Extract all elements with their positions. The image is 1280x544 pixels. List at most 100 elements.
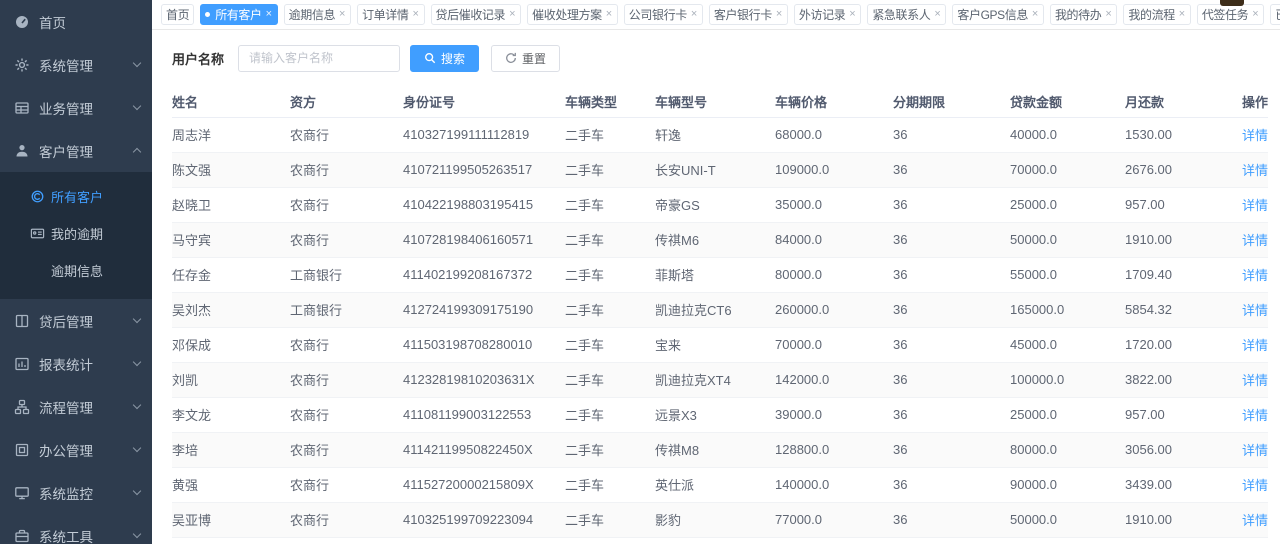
cell-vehicle-model: 长安UNI-T	[655, 152, 775, 187]
tab-sign-tasks[interactable]: 代签任务×	[1197, 4, 1264, 25]
detail-link[interactable]: 详情	[1242, 338, 1268, 353]
cell-monthly-payment: 1720.00	[1125, 327, 1240, 362]
search-field-label: 用户名称	[172, 49, 224, 68]
sidebar-item-system-monitor[interactable]: 系统监控	[0, 471, 152, 514]
cell-vehicle-type: 二手车	[565, 537, 655, 544]
table-row: 吴刘杰工商银行412724199309175190二手车凯迪拉克CT626000…	[172, 292, 1268, 327]
tab-all-customers[interactable]: 所有客户×	[200, 4, 277, 25]
detail-link[interactable]: 详情	[1242, 408, 1268, 423]
tab-collection-plan[interactable]: 催收处理方案×	[527, 4, 618, 25]
sidebar-item-business-mgmt[interactable]: 业务管理	[0, 86, 152, 129]
tab-label: 代签任务	[1202, 6, 1248, 23]
chart-icon	[14, 356, 30, 372]
cell-vehicle-price: 84000.0	[775, 222, 893, 257]
sidebar-item-process-mgmt[interactable]: 流程管理	[0, 385, 152, 428]
cell-vehicle-type: 二手车	[565, 502, 655, 537]
detail-link[interactable]: 详情	[1242, 233, 1268, 248]
close-icon[interactable]: ×	[605, 9, 613, 20]
close-icon[interactable]: ×	[775, 9, 783, 20]
detail-link[interactable]: 详情	[1242, 478, 1268, 493]
sidebar-item-system-tools[interactable]: 系统工具	[0, 514, 152, 544]
close-icon[interactable]: ×	[1031, 9, 1039, 20]
sidebar-item-office-mgmt[interactable]: 办公管理	[0, 428, 152, 471]
cell-vehicle-model: 远景X3	[655, 397, 775, 432]
detail-link[interactable]: 详情	[1242, 268, 1268, 283]
tab-customer-gps[interactable]: 客户GPS信息×	[952, 4, 1044, 25]
tab-postloan-collection-records[interactable]: 贷后催收记录×	[431, 4, 522, 25]
tab-label: 外访记录	[799, 6, 845, 23]
sidebar-item-label: 报表统计	[39, 354, 134, 374]
tab-overdue-info[interactable]: 逾期信息×	[284, 4, 351, 25]
close-icon[interactable]: ×	[508, 9, 516, 20]
sidebar-item-report-stats[interactable]: 报表统计	[0, 342, 152, 385]
close-icon[interactable]: ×	[848, 9, 856, 20]
sidebar-item-overdue-info[interactable]: 逾期信息	[0, 252, 152, 289]
cell-monthly-payment: 3822.00	[1125, 362, 1240, 397]
cell-funder: 农商行	[290, 222, 403, 257]
cell-name: 陈文强	[172, 152, 290, 187]
close-icon[interactable]: ×	[1251, 9, 1259, 20]
tab-my-todo[interactable]: 我的待办×	[1050, 4, 1117, 25]
detail-link[interactable]: 详情	[1242, 163, 1268, 178]
sidebar-item-label: 办公管理	[39, 440, 134, 460]
sidebar-item-my-overdue[interactable]: 我的逾期	[0, 215, 152, 252]
cell-funder: 农商行	[290, 327, 403, 362]
tab-order-detail[interactable]: 订单详情×	[357, 4, 424, 25]
tools-icon	[14, 528, 30, 544]
sidebar-item-home[interactable]: 首页	[0, 0, 152, 43]
tab-label: 逾期信息	[289, 6, 335, 23]
customer-name-input[interactable]	[238, 45, 400, 72]
cell-funder: 农商行	[290, 467, 403, 502]
monitor-icon	[14, 485, 30, 501]
sidebar-item-all-customers[interactable]: 所有客户	[0, 178, 152, 215]
tab-my-process[interactable]: 我的流程×	[1123, 4, 1190, 25]
cell-vehicle-model: 影豹	[655, 502, 775, 537]
detail-link[interactable]: 详情	[1242, 303, 1268, 318]
cell-funder: 农商行	[290, 397, 403, 432]
cell-action: 详情	[1240, 502, 1268, 537]
detail-link[interactable]: 详情	[1242, 373, 1268, 388]
cell-name: 吴刘杰	[172, 292, 290, 327]
cell-installment-term: 36	[893, 222, 1010, 257]
cell-vehicle-type: 二手车	[565, 362, 655, 397]
tab-label: 公司银行卡	[629, 6, 687, 23]
tab-emergency-contacts[interactable]: 紧急联系人×	[867, 4, 946, 25]
close-icon[interactable]: ×	[1104, 9, 1112, 20]
reset-button[interactable]: 重置	[491, 45, 560, 72]
customer-table: 姓名资方身份证号车辆类型车辆型号车辆价格分期期限贷款金额月还款操作 周志洋农商行…	[172, 87, 1268, 544]
tab-company-bank-card[interactable]: 公司银行卡×	[624, 4, 703, 25]
close-icon[interactable]: ×	[265, 9, 273, 20]
cell-monthly-payment: 1709.40	[1125, 257, 1240, 292]
detail-link[interactable]: 详情	[1242, 513, 1268, 528]
detail-link[interactable]: 详情	[1242, 198, 1268, 213]
sidebar-item-system-mgmt[interactable]: 系统管理	[0, 43, 152, 86]
tab-customer-bank-card[interactable]: 客户银行卡×	[709, 4, 788, 25]
close-icon[interactable]: ×	[338, 9, 346, 20]
close-icon[interactable]: ×	[933, 9, 941, 20]
cell-id-number: 41142119950822450X	[403, 432, 565, 467]
cell-name: 赵晓卫	[172, 187, 290, 222]
tab-home[interactable]: 首页	[161, 4, 194, 25]
cell-id-number: 411503198708280010	[403, 327, 565, 362]
gear-icon	[14, 57, 30, 73]
column-header-name: 姓名	[172, 87, 290, 117]
sidebar-item-postloan-mgmt[interactable]: 贷后管理	[0, 299, 152, 342]
sidebar-item-customer-mgmt[interactable]: 客户管理	[0, 129, 152, 172]
columns-icon	[14, 313, 30, 329]
detail-link[interactable]: 详情	[1242, 128, 1268, 143]
cell-vehicle-type: 二手车	[565, 397, 655, 432]
cell-vehicle-model: 凯迪拉克XT4	[655, 362, 775, 397]
cell-id-number: 412724199309175190	[403, 292, 565, 327]
close-icon[interactable]: ×	[1178, 9, 1186, 20]
cell-id-number: 410422198803195415	[403, 187, 565, 222]
tab-done-tasks[interactable]: 已办任务×	[1270, 4, 1280, 25]
cell-funder: 农商行	[290, 432, 403, 467]
close-icon[interactable]: ×	[411, 9, 419, 20]
detail-link[interactable]: 详情	[1242, 443, 1268, 458]
close-icon[interactable]: ×	[690, 9, 698, 20]
cell-name: 邓保成	[172, 327, 290, 362]
tab-visit-records[interactable]: 外访记录×	[794, 4, 861, 25]
table-row: 赵晓卫农商行410422198803195415二手车帝豪GS35000.036…	[172, 187, 1268, 222]
avatar[interactable]	[1220, 0, 1244, 6]
search-button[interactable]: 搜索	[410, 45, 479, 72]
